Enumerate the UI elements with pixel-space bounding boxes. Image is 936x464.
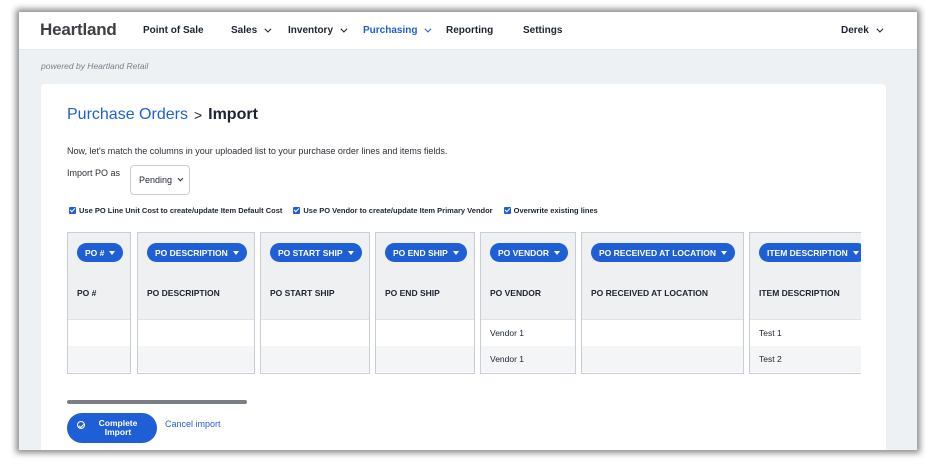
nav-settings[interactable]: Settings — [523, 25, 562, 36]
import-card: Purchase Orders > Import Now, let's matc… — [41, 84, 886, 450]
column-mapping-grid: PO # PO # PO DESCRIPTION PO DESCRIPTION — [67, 232, 861, 374]
column-header: PO # — [77, 288, 97, 298]
checkbox-checked-icon[interactable] — [503, 207, 511, 214]
heartland-logo[interactable]: Heartland — [40, 20, 117, 40]
mapping-dropdown-button[interactable]: PO START SHIP — [270, 243, 362, 262]
table-cell: Vendor 1 — [481, 346, 575, 372]
horizontal-scrollbar[interactable] — [67, 400, 247, 404]
check-circle-icon — [77, 421, 85, 429]
mapping-column-po-end-ship: PO END SHIP PO END SHIP — [375, 232, 475, 374]
page-title: Import — [208, 106, 258, 123]
column-header: PO END SHIP — [385, 288, 440, 298]
table-cell — [261, 320, 369, 346]
mapping-dropdown-button[interactable]: PO DESCRIPTION — [147, 243, 247, 262]
app-window: Heartland Point of Sale Sales Inventory … — [19, 12, 917, 450]
intro-text: Now, let's match the columns in your upl… — [67, 146, 448, 156]
table-cell — [138, 320, 254, 346]
caret-down-icon — [109, 250, 116, 255]
nav-purchasing[interactable]: Purchasing — [363, 25, 432, 36]
table-cell: Test 2 — [750, 346, 861, 372]
top-navigation: Heartland Point of Sale Sales Inventory … — [19, 12, 917, 50]
breadcrumb: Purchase Orders > Import — [67, 106, 258, 124]
mapping-column-po-vendor: PO VENDOR PO VENDOR Vendor 1 Vendor 1 — [480, 232, 576, 374]
table-cell — [376, 346, 474, 372]
table-cell — [261, 346, 369, 372]
table-cell: Vendor 1 — [490, 328, 525, 338]
import-options: Use PO Line Unit Cost to create/update I… — [69, 206, 598, 215]
option-primary-vendor[interactable]: Use PO Vendor to create/update Item Prim… — [293, 206, 493, 215]
mapping-dropdown-button[interactable]: PO # — [77, 243, 124, 262]
mapping-column-po-description: PO DESCRIPTION PO DESCRIPTION — [137, 232, 255, 374]
column-header: PO VENDOR — [490, 288, 542, 298]
mapping-column-po-received-location: PO RECEIVED AT LOCATION PO RECEIVED AT L… — [581, 232, 744, 374]
mapping-column-po-start-ship: PO START SHIP PO START SHIP — [260, 232, 370, 374]
mapping-column-item-description: ITEM DESCRIPTION ITEM DESCRIPTION Test 1… — [749, 232, 861, 374]
table-cell — [582, 346, 743, 372]
import-as-label: Import PO as — [67, 168, 121, 178]
breadcrumb-purchase-orders[interactable]: Purchase Orders — [67, 106, 188, 124]
caret-down-icon — [852, 250, 859, 255]
checkbox-checked-icon[interactable] — [69, 207, 76, 214]
mapping-dropdown-button[interactable]: PO VENDOR — [490, 243, 569, 262]
table-cell — [68, 346, 130, 372]
column-header: ITEM DESCRIPTION — [759, 288, 840, 298]
cancel-import-link[interactable]: Cancel import — [165, 419, 221, 429]
mapping-column-po-number: PO # PO # — [67, 232, 131, 374]
breadcrumb-separator: > — [193, 107, 203, 123]
mapping-dropdown-button[interactable]: PO RECEIVED AT LOCATION — [591, 243, 735, 262]
nav-reporting[interactable]: Reporting — [446, 25, 493, 36]
option-overwrite-lines[interactable]: Overwrite existing lines — [503, 206, 598, 215]
nav-point-of-sale[interactable]: Point of Sale — [143, 25, 204, 36]
mapping-dropdown-button[interactable]: PO END SHIP — [385, 243, 467, 262]
caret-down-icon — [554, 250, 561, 255]
column-header: PO START SHIP — [270, 288, 335, 298]
chevron-down-icon — [264, 25, 272, 33]
caret-down-icon — [452, 250, 459, 255]
chevron-down-icon — [177, 175, 184, 182]
checkbox-checked-icon[interactable] — [293, 207, 301, 214]
option-unit-cost[interactable]: Use PO Line Unit Cost to create/update I… — [69, 206, 282, 215]
table-cell — [376, 320, 474, 346]
column-header: PO RECEIVED AT LOCATION — [591, 288, 708, 298]
complete-import-button[interactable]: Complete Import — [67, 413, 157, 443]
nav-inventory[interactable]: Inventory — [288, 25, 348, 36]
caret-down-icon — [347, 250, 354, 255]
table-cell — [68, 320, 130, 346]
column-header: PO DESCRIPTION — [147, 288, 220, 298]
table-cell: Test 1 — [759, 328, 782, 338]
table-cell — [138, 346, 254, 372]
caret-down-icon — [720, 250, 727, 255]
user-menu[interactable]: Derek — [841, 25, 884, 36]
table-cell — [582, 320, 743, 346]
chevron-down-icon — [876, 25, 884, 33]
mapping-dropdown-button[interactable]: ITEM DESCRIPTION — [759, 243, 861, 262]
chevron-down-icon — [424, 25, 432, 33]
powered-by-text: powered by Heartland Retail — [41, 61, 149, 71]
import-status-select[interactable]: Pending — [130, 165, 190, 195]
nav-sales[interactable]: Sales — [231, 25, 272, 36]
caret-down-icon — [232, 250, 239, 255]
chevron-down-icon — [340, 25, 348, 33]
